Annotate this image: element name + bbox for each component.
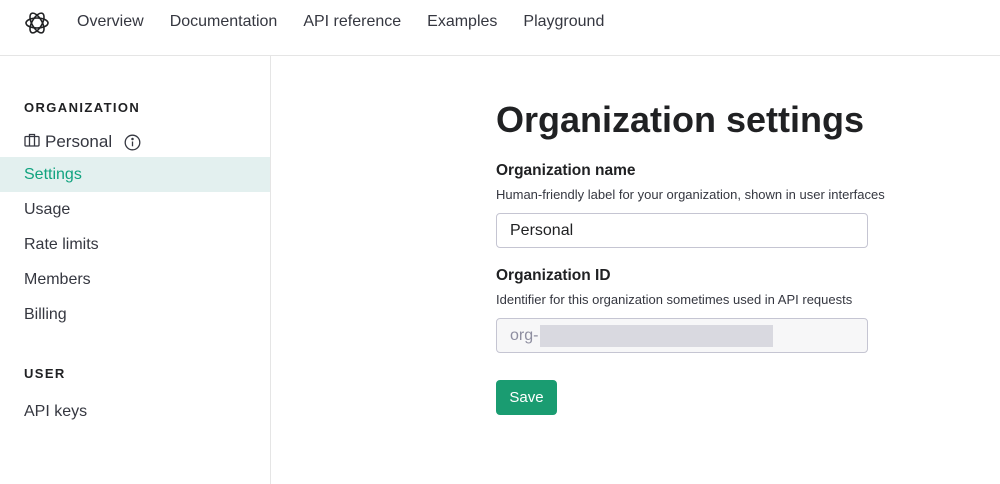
sidebar-item-settings[interactable]: Settings bbox=[0, 157, 270, 192]
nav-overview[interactable]: Overview bbox=[77, 13, 144, 31]
organization-heading: ORGANIZATION bbox=[24, 100, 141, 115]
org-name-field-label: Organization name bbox=[496, 162, 636, 179]
org-name-input[interactable] bbox=[496, 213, 868, 248]
page-title: Organization settings bbox=[496, 99, 865, 140]
briefcase-icon bbox=[24, 132, 45, 152]
nav-links: Overview Documentation API reference Exa… bbox=[77, 0, 630, 44]
org-name-label: Personal bbox=[45, 132, 113, 151]
nav-api-reference[interactable]: API reference bbox=[303, 13, 401, 31]
nav-examples[interactable]: Examples bbox=[427, 13, 497, 31]
org-id-field[interactable]: org- bbox=[496, 318, 868, 353]
top-navigation: Overview Documentation API reference Exa… bbox=[0, 0, 1000, 56]
info-icon[interactable] bbox=[124, 134, 146, 151]
openai-logo-icon[interactable] bbox=[24, 10, 50, 36]
sidebar-item-usage[interactable]: Usage bbox=[0, 192, 270, 227]
sidebar-item-billing[interactable]: Billing bbox=[0, 297, 270, 332]
sidebar: ORGANIZATION Personal Settings Usage Rat… bbox=[0, 56, 271, 484]
save-button[interactable]: Save bbox=[496, 380, 557, 415]
org-name-field-help: Human-friendly label for your organizati… bbox=[496, 187, 885, 202]
org-id-field-help: Identifier for this organization sometim… bbox=[496, 292, 853, 307]
org-id-redacted bbox=[540, 324, 774, 347]
sidebar-item-api-keys[interactable]: API keys bbox=[0, 394, 270, 429]
sidebar-item-members[interactable]: Members bbox=[0, 262, 270, 297]
org-id-prefix: org- bbox=[510, 326, 539, 344]
org-selector[interactable]: Personal bbox=[24, 132, 146, 152]
sidebar-item-rate-limits[interactable]: Rate limits bbox=[0, 227, 270, 262]
org-id-field-label: Organization ID bbox=[496, 267, 611, 284]
nav-playground[interactable]: Playground bbox=[523, 13, 604, 31]
user-heading: USER bbox=[24, 366, 66, 381]
nav-documentation[interactable]: Documentation bbox=[170, 13, 278, 31]
